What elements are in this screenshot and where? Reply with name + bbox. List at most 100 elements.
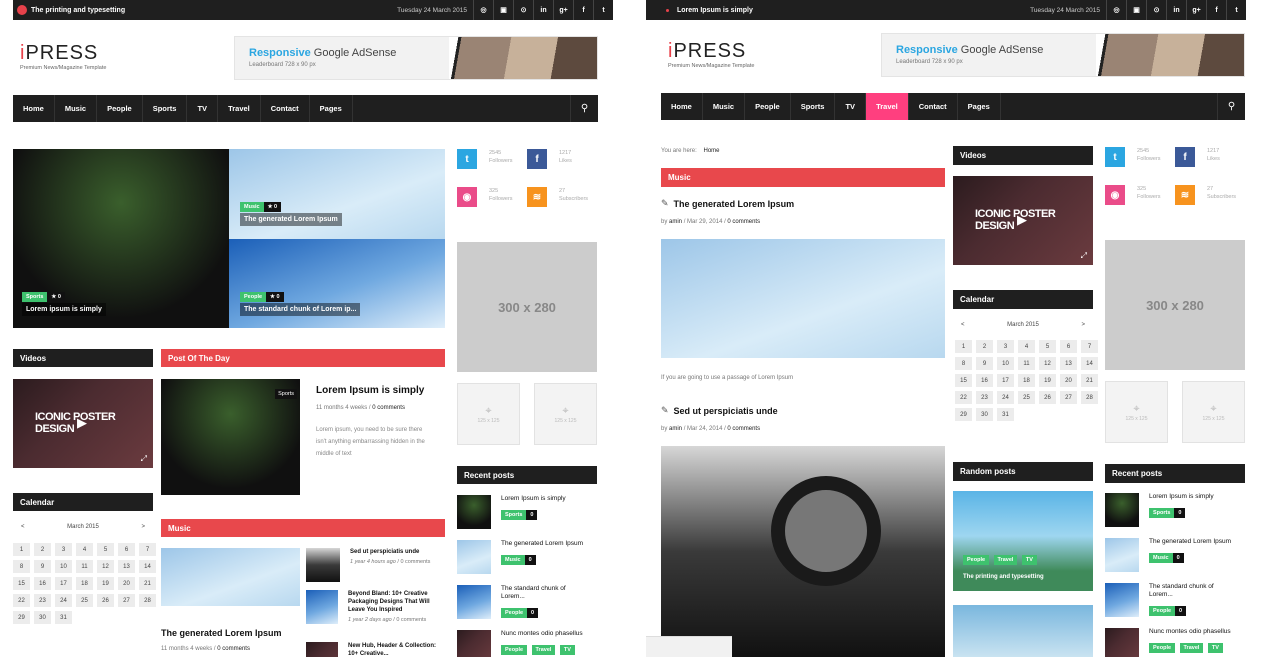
social-facebook[interactable]: f 1217 Likes <box>527 149 572 169</box>
calendar-day[interactable]: 1 <box>13 543 30 556</box>
calendar-day[interactable]: 31 <box>997 408 1014 421</box>
twitter-icon[interactable]: t <box>593 0 613 20</box>
instagram-icon[interactable]: ▣ <box>493 0 513 20</box>
list-item[interactable]: The generated Lorem Ipsum Music 0 <box>457 540 597 585</box>
calendar-day[interactable]: 17 <box>55 577 72 590</box>
nav-people[interactable]: People <box>97 95 143 122</box>
calendar-day[interactable]: 28 <box>1081 391 1098 404</box>
facebook-icon[interactable]: f <box>573 0 593 20</box>
nav-pages[interactable]: Pages <box>310 95 353 122</box>
nav-pages[interactable]: Pages <box>958 93 1001 120</box>
featured-big-tag[interactable]: Sports <box>22 292 48 302</box>
post-image[interactable] <box>661 446 945 657</box>
featured-top-title[interactable]: The generated Lorem Ipsum <box>240 213 342 226</box>
calendar-day[interactable]: 27 <box>118 594 135 607</box>
ad-300x280[interactable]: 300 x 280 <box>457 242 597 372</box>
random-post-card[interactable]: People Travel TV The printing and typese… <box>953 491 1093 591</box>
calendar-day[interactable]: 21 <box>139 577 156 590</box>
facebook-icon[interactable]: f <box>1206 0 1226 20</box>
calendar-day[interactable]: 5 <box>97 543 114 556</box>
calendar-prev[interactable]: < <box>961 322 965 328</box>
calendar-day[interactable]: 14 <box>139 560 156 573</box>
instagram-icon[interactable]: ▣ <box>1126 0 1146 20</box>
calendar-day[interactable]: 10 <box>55 560 72 573</box>
nav-tv[interactable]: TV <box>187 95 219 122</box>
search-button[interactable]: ⚲ <box>570 95 598 122</box>
breadcrumb-home[interactable]: Home <box>703 148 719 154</box>
github-icon[interactable]: ⊙ <box>1146 0 1166 20</box>
calendar-day[interactable]: 22 <box>955 391 972 404</box>
nav-travel[interactable]: Travel <box>218 95 261 122</box>
nav-contact[interactable]: Contact <box>261 95 310 122</box>
site-logo[interactable]: iPRESS Premium News/Magazine Template <box>20 42 106 71</box>
leaderboard-ad[interactable]: Responsive Google AdSense Leaderboard 72… <box>234 36 598 80</box>
linkedin-icon[interactable]: in <box>1166 0 1186 20</box>
calendar-day[interactable]: 26 <box>1039 391 1056 404</box>
social-twitter[interactable]: t 2545 Followers <box>1105 147 1161 167</box>
featured-big[interactable]: Sports ★ 0 Lorem ipsum is simply <box>13 149 229 328</box>
featured-top[interactable]: Music ★ 0 The generated Lorem Ipsum <box>229 149 445 239</box>
social-dribbble[interactable]: ◉ 325 Followers <box>457 187 513 207</box>
ad-125-left[interactable]: ⌖ 125 x 125 <box>457 383 520 445</box>
calendar-day[interactable]: 20 <box>118 577 135 590</box>
featured-top-tag[interactable]: Music <box>240 202 264 212</box>
calendar-day[interactable]: 12 <box>1039 357 1056 370</box>
calendar-day[interactable]: 28 <box>139 594 156 607</box>
play-icon[interactable]: ▶ <box>1011 209 1033 231</box>
fullscreen-icon[interactable]: ⤢ <box>141 454 147 464</box>
nav-sports[interactable]: Sports <box>143 95 188 122</box>
calendar-day[interactable]: 30 <box>34 611 51 624</box>
calendar-day[interactable]: 6 <box>1060 340 1077 353</box>
calendar-day[interactable]: 21 <box>1081 374 1098 387</box>
list-item[interactable]: Lorem Ipsum is simply Sports 0 <box>457 495 597 540</box>
social-twitter[interactable]: t 2545 Followers <box>457 149 513 169</box>
list-item[interactable]: Lorem Ipsum is simply Sports 0 <box>1105 493 1245 538</box>
calendar-day[interactable]: 11 <box>1018 357 1035 370</box>
potd-tag[interactable]: Sports <box>275 389 297 399</box>
calendar-day[interactable]: 3 <box>997 340 1014 353</box>
post-title[interactable]: The generated Lorem Ipsum <box>674 199 795 209</box>
calendar-day[interactable]: 10 <box>997 357 1014 370</box>
fullscreen-icon[interactable]: ⤢ <box>1081 251 1087 261</box>
calendar-day[interactable]: 11 <box>76 560 93 573</box>
calendar-day[interactable]: 7 <box>139 543 156 556</box>
calendar-day[interactable]: 27 <box>1060 391 1077 404</box>
video-player[interactable]: ICONIC POSTER DESIGN ▶ ⤢ <box>13 379 153 468</box>
ticker-text[interactable]: Lorem Ipsum is simply <box>677 7 753 14</box>
site-logo[interactable]: iPRESS Premium News/Magazine Template <box>668 40 754 69</box>
calendar-day[interactable]: 25 <box>1018 391 1035 404</box>
calendar-next[interactable]: > <box>1081 322 1085 328</box>
calendar-next[interactable]: > <box>141 524 145 530</box>
potd-title[interactable]: Lorem Ipsum is simply <box>316 385 424 396</box>
random-post-card[interactable] <box>953 605 1093 657</box>
list-item[interactable]: Nunc montes odio phasellus People Travel … <box>457 630 597 657</box>
twitter-icon[interactable]: t <box>1226 0 1246 20</box>
music-main-title[interactable]: The generated Lorem Ipsum <box>161 628 282 638</box>
calendar-day[interactable]: 15 <box>13 577 30 590</box>
ticker-text[interactable]: The printing and typesetting <box>31 7 125 14</box>
calendar-day[interactable]: 17 <box>997 374 1014 387</box>
dribbble-icon[interactable]: ◎ <box>1106 0 1126 20</box>
calendar-day[interactable]: 14 <box>1081 357 1098 370</box>
featured-bottom[interactable]: People ★ 0 The standard chunk of Lorem ip… <box>229 239 445 328</box>
featured-big-title[interactable]: Lorem ipsum is simply <box>22 303 106 316</box>
video-player[interactable]: ICONIC POSTER DESIGN ▶ ⤢ <box>953 176 1093 265</box>
ad-125-left[interactable]: ⌖ 125 x 125 <box>1105 381 1168 443</box>
calendar-day[interactable]: 23 <box>976 391 993 404</box>
nav-home[interactable]: Home <box>661 93 703 120</box>
featured-bottom-title[interactable]: The standard chunk of Lorem ip... <box>240 303 361 316</box>
calendar-day[interactable]: 5 <box>1039 340 1056 353</box>
leaderboard-ad[interactable]: Responsive Google AdSense Leaderboard 72… <box>881 33 1245 77</box>
calendar-day[interactable]: 16 <box>34 577 51 590</box>
ad-300x280[interactable]: 300 x 280 <box>1105 240 1245 370</box>
linkedin-icon[interactable]: in <box>533 0 553 20</box>
list-item[interactable]: Nunc montes odio phasellus People Travel … <box>1105 628 1245 657</box>
nav-sports[interactable]: Sports <box>791 93 836 120</box>
calendar-day[interactable]: 9 <box>976 357 993 370</box>
social-dribbble[interactable]: ◉ 325 Followers <box>1105 185 1161 205</box>
calendar-day[interactable]: 13 <box>118 560 135 573</box>
list-item[interactable]: Sed ut perspiciatis unde 1 year 4 hours a… <box>306 548 446 590</box>
calendar-day[interactable]: 19 <box>1039 374 1056 387</box>
nav-music[interactable]: Music <box>55 95 98 122</box>
calendar-day[interactable]: 26 <box>97 594 114 607</box>
